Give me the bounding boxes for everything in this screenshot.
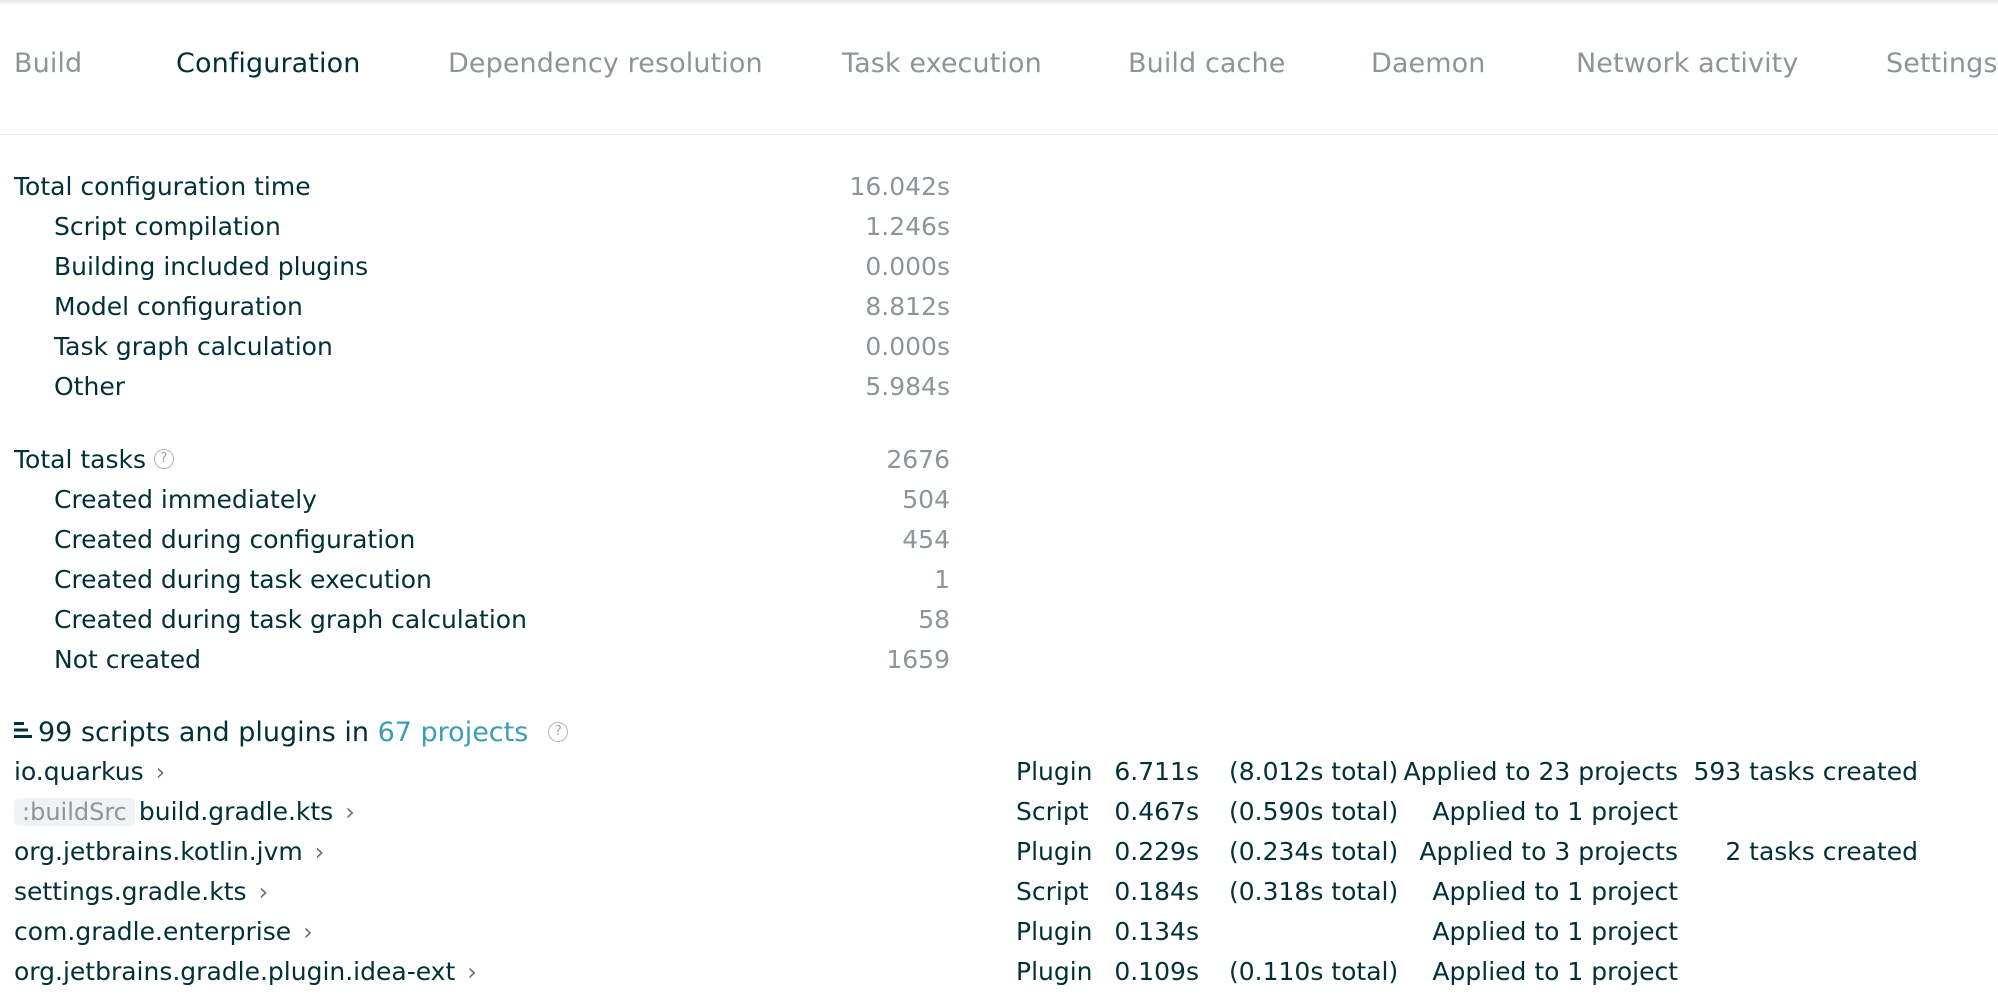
script-type: Plugin [1016, 837, 1093, 866]
script-row[interactable]: org.jetbrains.kotlin.jvm › Plugin 0.229s … [0, 837, 1998, 877]
created-during-task-execution-value: 1 [934, 565, 950, 594]
task-graph-calculation-value: 0.000s [865, 332, 950, 361]
tab-dependency-resolution[interactable]: Dependency resolution [448, 48, 763, 79]
building-included-plugins-value: 0.000s [865, 252, 950, 281]
script-time: 0.184s [1114, 877, 1199, 906]
total-tasks-row: Total tasks? [14, 445, 174, 474]
script-name-cell[interactable]: org.jetbrains.gradle.plugin.idea-ext › [14, 957, 477, 986]
tab-network-activity[interactable]: Network activity [1576, 48, 1798, 79]
script-type: Script [1016, 877, 1089, 906]
script-time: 0.109s [1114, 957, 1199, 986]
model-configuration-value: 8.812s [865, 292, 950, 321]
script-name-cell[interactable]: com.gradle.enterprise › [14, 917, 313, 946]
other-time-label: Other [54, 372, 125, 401]
script-name: io.quarkus [14, 757, 144, 786]
script-name: org.jetbrains.kotlin.jvm [14, 837, 303, 866]
chevron-right-icon: › [314, 838, 325, 866]
tab-daemon[interactable]: Daemon [1371, 48, 1485, 79]
total-configuration-time-value: 16.042s [849, 172, 950, 201]
list-collapse-icon[interactable] [14, 716, 34, 747]
chevron-right-icon: › [303, 918, 313, 946]
script-row[interactable]: settings.gradle.kts › Script 0.184s (0.31… [0, 877, 1998, 917]
building-included-plugins-label: Building included plugins [54, 252, 369, 281]
script-time: 0.467s [1114, 797, 1199, 826]
script-type: Plugin [1016, 957, 1093, 986]
script-name: com.gradle.enterprise [14, 917, 292, 946]
created-during-configuration-label: Created during configuration [54, 525, 416, 554]
created-immediately-value: 504 [902, 485, 950, 514]
question-circle-icon[interactable]: ? [153, 449, 174, 469]
total-configuration-time-label: Total configuration time [14, 172, 311, 201]
script-total-time: (8.012s total) [1229, 757, 1399, 786]
script-time: 0.134s [1114, 917, 1199, 946]
script-applied-count: Applied to 3 projects [1419, 837, 1678, 866]
script-total-time: (0.590s total) [1229, 797, 1399, 826]
script-row[interactable]: io.quarkus › Plugin 6.711s (8.012s total)… [0, 757, 1998, 797]
not-created-value: 1659 [886, 645, 950, 674]
tab-settings[interactable]: Settings a [1886, 48, 1998, 79]
script-name-cell[interactable]: settings.gradle.kts › [14, 877, 268, 906]
script-applied-count: Applied to 1 project [1432, 877, 1678, 906]
script-name: build.gradle.kts [138, 797, 334, 826]
total-tasks-value: 2676 [886, 445, 950, 474]
project-badge: :buildSrc [14, 798, 135, 826]
task-graph-calculation-label: Task graph calculation [54, 332, 333, 361]
script-name-cell[interactable]: :buildSrc build.gradle.kts › [14, 797, 355, 826]
script-applied-count: Applied to 1 project [1432, 957, 1678, 986]
created-during-task-execution-label: Created during task execution [54, 565, 432, 594]
script-compilation-value: 1.246s [865, 212, 950, 241]
scripts-header-in: in [344, 717, 369, 748]
other-time-value: 5.984s [865, 372, 950, 401]
scripts-count: 99 scripts and plugins [38, 717, 336, 748]
script-total-time: (0.318s total) [1229, 877, 1399, 906]
total-tasks-label: Total tasks [14, 445, 146, 474]
tab-configuration[interactable]: Configuration [176, 48, 360, 79]
script-row[interactable]: org.jetbrains.gradle.plugin.idea-ext › Pl… [0, 957, 1998, 997]
script-tasks-created: 593 tasks created [1693, 757, 1919, 786]
script-type: Plugin [1016, 757, 1093, 786]
tab-bar: Build Configuration Dependency resolutio… [0, 0, 1998, 135]
chevron-right-icon: › [155, 758, 166, 786]
created-during-task-graph-calculation-label: Created during task graph calculation [54, 605, 527, 634]
script-applied-count: Applied to 23 projects [1403, 757, 1678, 786]
tab-task-execution[interactable]: Task execution [842, 48, 1042, 79]
scripts-plugins-header: 99 scripts and plugins in 67 projects? [14, 716, 569, 749]
not-created-label: Not created [54, 645, 201, 674]
script-tasks-created: 2 tasks created [1725, 837, 1918, 866]
script-row[interactable]: :buildSrc build.gradle.kts › Script 0.467s… [0, 797, 1998, 837]
script-applied-count: Applied to 1 project [1432, 797, 1678, 826]
script-name: org.jetbrains.gradle.plugin.idea-ext [14, 957, 456, 986]
script-time: 6.711s [1114, 757, 1199, 786]
script-total-time: (0.234s total) [1229, 837, 1399, 866]
created-during-task-graph-calculation-value: 58 [918, 605, 950, 634]
script-applied-count: Applied to 1 project [1432, 917, 1678, 946]
script-total-time: (0.110s total) [1229, 957, 1399, 986]
script-type: Plugin [1016, 917, 1093, 946]
script-row[interactable]: com.gradle.enterprise › Plugin 0.134s App… [0, 917, 1998, 957]
projects-link[interactable]: 67 projects [378, 717, 529, 748]
script-name-cell[interactable]: org.jetbrains.kotlin.jvm › [14, 837, 324, 866]
created-immediately-label: Created immediately [54, 485, 317, 514]
chevron-right-icon: › [345, 798, 355, 826]
chevron-right-icon: › [467, 958, 477, 986]
tab-build[interactable]: Build [14, 48, 82, 79]
question-circle-icon[interactable]: ? [548, 721, 569, 742]
script-time: 0.229s [1114, 837, 1199, 866]
chevron-right-icon: › [258, 878, 269, 906]
created-during-configuration-value: 454 [902, 525, 950, 554]
tab-build-cache[interactable]: Build cache [1128, 48, 1285, 79]
script-compilation-label: Script compilation [54, 212, 281, 241]
script-type: Script [1016, 797, 1089, 826]
script-name-cell[interactable]: io.quarkus › [14, 757, 165, 786]
script-name: settings.gradle.kts [14, 877, 247, 906]
model-configuration-label: Model configuration [54, 292, 303, 321]
